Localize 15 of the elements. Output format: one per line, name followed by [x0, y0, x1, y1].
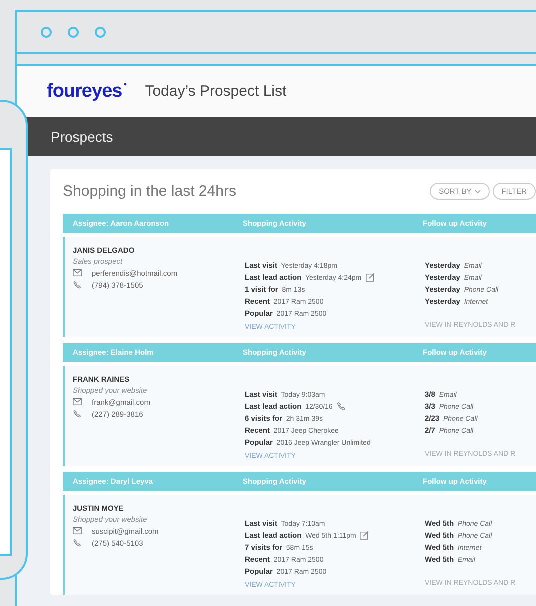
logo[interactable]: foureyes: [47, 80, 122, 102]
phone-icon: [73, 539, 82, 547]
edit-icon[interactable]: [366, 272, 375, 282]
nav-title[interactable]: Prospects: [51, 128, 114, 144]
phone-icon[interactable]: [336, 402, 346, 410]
phone-icon: [73, 281, 82, 289]
section-heading: Shopping in the last 24hrs: [63, 183, 236, 200]
registered-mark-icon: [124, 83, 128, 86]
mail-icon: [73, 527, 82, 535]
edit-icon[interactable]: [360, 530, 370, 540]
mail-icon: [73, 398, 82, 406]
caret-icon: [474, 190, 481, 194]
page-title: Today’s Prospect List: [145, 83, 287, 100]
phone-icon: [73, 410, 82, 418]
mail-icon: [73, 269, 82, 277]
